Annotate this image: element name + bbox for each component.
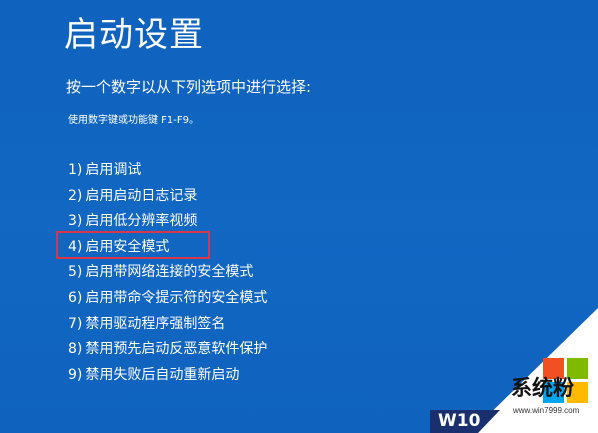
- option-number: 3): [68, 213, 83, 230]
- option-label: 启用带网络连接的安全模式: [85, 264, 254, 281]
- selection-prompt: 按一个数字以从下列选项中进行选择:: [66, 78, 312, 96]
- option-disable-driver-signature-enforcement[interactable]: 7) 禁用驱动程序强制签名: [68, 312, 267, 338]
- option-label: 禁用驱动程序强制签名: [85, 315, 226, 332]
- option-label: 启用调试: [85, 162, 142, 178]
- watermark-logo-url: www.win7999.com: [513, 406, 580, 415]
- option-enable-safe-mode-command-prompt[interactable]: 6) 启用带命令提示符的安全模式: [68, 286, 267, 312]
- key-hint: 使用数字键或功能键 F1-F9。: [68, 115, 200, 126]
- option-label: 启用低分辨率视频: [85, 213, 198, 230]
- watermark-logo-text: 系统粉: [511, 375, 574, 400]
- startup-settings-screen: 启动设置 按一个数字以从下列选项中进行选择: 使用数字键或功能键 F1-F9。 …: [0, 0, 598, 433]
- option-number: 8): [68, 341, 83, 358]
- option-disable-auto-restart-on-failure[interactable]: 9) 禁用失败后自动重新启动: [68, 363, 267, 389]
- page-title: 启动设置: [64, 15, 204, 55]
- option-label: 禁用失败后自动重新启动: [85, 366, 240, 383]
- option-label: 禁用预先启动反恶意软件保护: [85, 341, 268, 358]
- option-enable-debugging[interactable]: 1) 启用调试: [68, 158, 267, 184]
- option-number: 1): [68, 162, 83, 178]
- option-number: 9): [68, 366, 83, 383]
- option-number: 7): [68, 315, 83, 332]
- watermark-badge-text: W10: [438, 411, 481, 431]
- safe-mode-highlight-box: [56, 231, 210, 259]
- startup-options-list: 1) 启用调试 2) 启用启动日志记录 3) 启用低分辨率视频 4) 启用安全模式 5)…: [68, 158, 267, 388]
- option-enable-boot-logging[interactable]: 2) 启用启动日志记录: [68, 184, 267, 210]
- option-number: 6): [68, 289, 83, 306]
- option-label: 启用带命令提示符的安全模式: [85, 289, 268, 306]
- option-enable-safe-mode-networking[interactable]: 5) 启用带网络连接的安全模式: [68, 260, 267, 286]
- option-number: 2): [68, 187, 83, 204]
- option-number: 5): [68, 264, 83, 281]
- option-label: 启用启动日志记录: [85, 187, 198, 204]
- option-disable-early-launch-antimalware[interactable]: 8) 禁用预先启动反恶意软件保护: [68, 337, 267, 363]
